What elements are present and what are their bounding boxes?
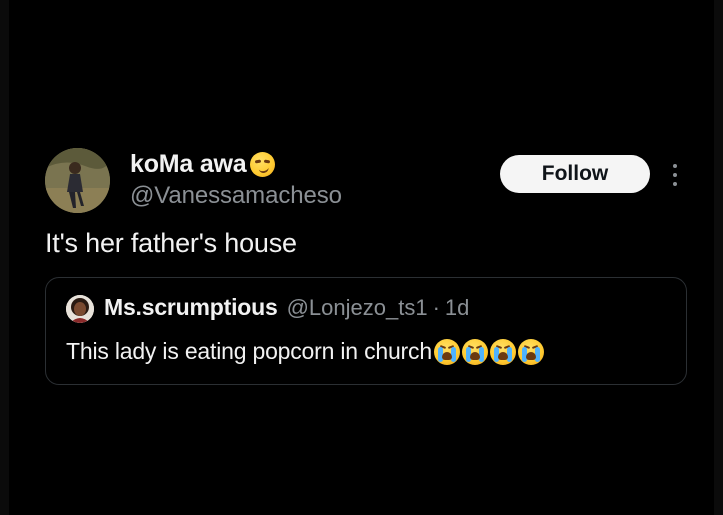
smirk-emoji-icon	[249, 151, 275, 177]
quoted-tweet-card[interactable]: Ms.scrumptious @Lonjezo_ts1 · 1d This la…	[45, 277, 687, 385]
author-name-row: koMa awa	[130, 148, 275, 180]
separator-dot: ·	[432, 295, 440, 320]
author-handle[interactable]: @Vanessamacheso	[130, 182, 342, 210]
tweet: koMa awa @Vanessamacheso Follow It's her…	[0, 0, 723, 515]
avatar-photo-icon	[45, 148, 110, 213]
quoted-author-name[interactable]: Ms.scrumptious	[104, 294, 278, 321]
author-name[interactable]: koMa awa	[130, 150, 247, 179]
tweet-text: It's her father's house	[45, 228, 297, 258]
sob-emoji-icon	[489, 338, 516, 365]
quoted-tweet-text: This lady is eating popcorn in church	[66, 338, 432, 364]
quoted-tweet-time[interactable]: 1d	[445, 295, 469, 321]
avatar-photo-icon	[66, 295, 94, 323]
more-options-icon[interactable]	[667, 160, 683, 190]
quoted-author-avatar[interactable]	[66, 295, 94, 323]
quoted-author-handle[interactable]: @Lonjezo_ts1	[287, 295, 428, 321]
follow-button[interactable]: Follow	[500, 155, 650, 193]
sob-emoji-icon	[461, 338, 488, 365]
sob-emoji-icon	[433, 338, 460, 365]
sob-emoji-icon	[517, 338, 544, 365]
author-avatar[interactable]	[45, 148, 110, 213]
quoted-tweet-text-row: This lady is eating popcorn in church	[66, 338, 544, 365]
quoted-tweet-header: Ms.scrumptious @Lonjezo_ts1 · 1d	[104, 294, 469, 321]
